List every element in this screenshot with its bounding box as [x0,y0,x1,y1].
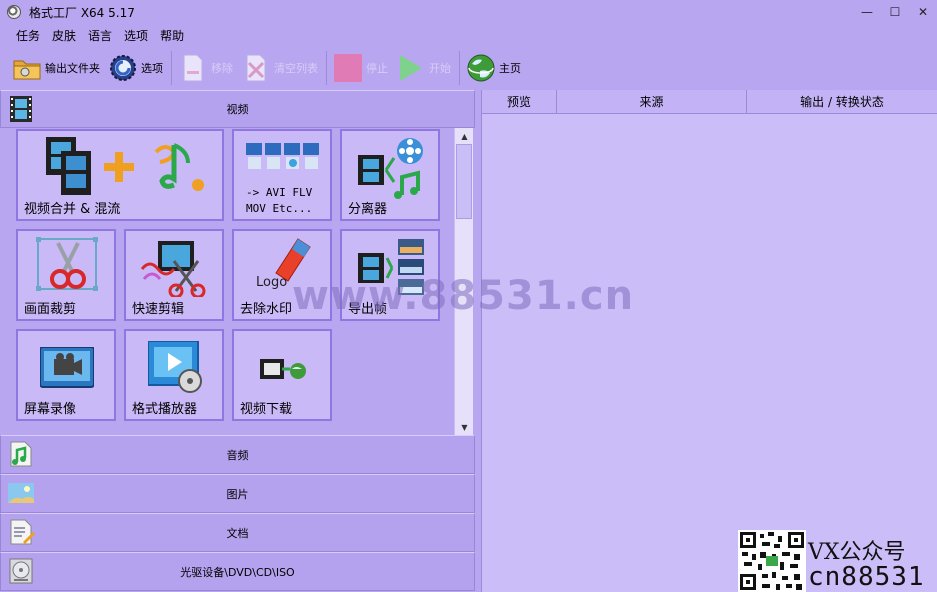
scroll-up-arrow[interactable]: ▲ [455,128,474,144]
qr-code-image [738,530,806,592]
column-source[interactable]: 来源 [557,90,747,113]
remove-button[interactable]: 移除 [178,50,233,86]
tile-crop-label: 画面裁剪 [24,302,77,317]
audio-icon [10,441,32,467]
disc-icon [9,558,33,584]
document-icon [10,519,35,545]
tile-format-player[interactable]: 格式播放器 [124,329,224,421]
start-label: 开始 [429,62,451,75]
close-button[interactable]: ✕ [909,0,937,24]
gear-icon [110,55,136,81]
remove-label: 移除 [211,62,233,75]
window-title: 格式工厂 X64 5.17 [29,5,135,20]
category-picture-label: 图片 [226,487,249,501]
tile-quick-clip[interactable]: 快速剪辑 [124,229,224,321]
menu-help[interactable]: 帮助 [160,27,184,44]
tile-quick-clip-label: 快速剪辑 [132,302,185,317]
tile-splitter-label: 分离器 [348,202,388,217]
clear-list-icon [246,54,266,82]
maximize-button[interactable]: ☐ [881,0,909,24]
home-label: 主页 [499,62,521,75]
start-button[interactable]: 开始 [396,50,451,86]
home-button[interactable]: 主页 [466,50,521,86]
task-list-header: 预览 来源 输出 / 转换状态 [482,90,937,114]
column-preview[interactable]: 预览 [482,90,557,113]
toolbar-separator [171,51,172,85]
category-audio[interactable]: 音频 [0,435,475,474]
tile-crop[interactable]: 画面裁剪 [16,229,116,321]
column-output-status[interactable]: 输出 / 转换状态 [747,90,937,113]
player-icon [148,341,202,393]
tile-video-merge-label: 视频合并 & 混流 [24,202,121,217]
category-document[interactable]: 文档 [0,513,475,552]
clear-list-button[interactable]: 清空列表 [241,50,318,86]
stop-icon [334,54,362,82]
tile-screen-record[interactable]: 屏幕录像 [16,329,116,421]
menu-bar: 任务 皮肤 语言 选项 帮助 [0,24,937,46]
category-optical-label: 光驱设备\DVD\CD\ISO [180,565,295,579]
category-document-label: 文档 [226,526,249,540]
category-audio-label: 音频 [226,448,249,462]
splitter-icon [358,138,423,199]
category-video-label: 视频 [226,103,249,116]
scroll-thumb[interactable] [456,144,472,219]
menu-skin[interactable]: 皮肤 [52,27,76,44]
task-list-panel[interactable]: 预览 来源 输出 / 转换状态 [481,90,937,592]
screen-record-icon [40,347,94,388]
output-folder-button[interactable]: 输出文件夹 [12,50,100,86]
folder-icon [13,60,41,80]
options-button[interactable]: 选项 [108,50,163,86]
film-icon [10,96,32,122]
cn-watermark: cn88531 [808,562,925,592]
function-panel: 视频 视频合并 & 混流 -> AVI FLV MOV Etc... 分离器 画… [0,90,477,592]
category-list: 音频 图片 文档 光驱设备\DVD\CD\ISO [0,435,477,591]
merge-icon [46,137,204,195]
tile-video-merge[interactable]: 视频合并 & 混流 [16,129,224,221]
clear-list-label: 清空列表 [274,62,318,75]
site-watermark: www.88531.cn [292,273,635,319]
tile-format-convert[interactable]: -> AVI FLV MOV Etc... [232,129,332,221]
stop-label: 停止 [366,62,388,75]
convert-line2: MOV Etc... [246,202,313,215]
toolbar: 输出文件夹 选项 移除 清空列表 停止 开始 主页 [0,46,937,90]
output-folder-label: 输出文件夹 [45,62,100,75]
tile-video-download[interactable]: 视频下载 [232,329,332,421]
category-video[interactable]: 视频 [0,90,475,128]
app-icon [7,5,21,19]
minimize-button[interactable]: — [853,0,881,24]
tile-format-player-label: 格式播放器 [132,402,198,417]
picture-icon [8,483,34,503]
options-label: 选项 [141,62,163,75]
tile-splitter[interactable]: 分离器 [340,129,440,221]
formats-icon [246,143,319,169]
tile-video-download-label: 视频下载 [240,402,293,417]
logo-word: Logo [256,275,288,290]
toolbar-separator [459,51,460,85]
scroll-down-arrow[interactable]: ▼ [455,419,474,435]
toolbar-separator [326,51,327,85]
window-controls: — ☐ ✕ [853,0,937,24]
menu-options[interactable]: 选项 [124,27,148,44]
tile-remove-logo-label: 去除水印 [240,302,293,317]
convert-line1: -> AVI FLV [246,186,313,199]
tile-screen-record-label: 屏幕录像 [24,402,77,417]
category-optical[interactable]: 光驱设备\DVD\CD\ISO [0,552,475,591]
menu-language[interactable]: 语言 [88,27,112,44]
category-picture[interactable]: 图片 [0,474,475,513]
play-icon [400,55,422,81]
menu-task[interactable]: 任务 [16,27,40,44]
globe-icon [467,54,495,82]
scissors-icon [36,237,98,291]
remove-icon [183,54,203,82]
quick-clip-icon [140,241,206,297]
title-bar: 格式工厂 X64 5.17 — ☐ ✕ [0,0,937,24]
video-download-icon [260,359,306,379]
stop-button[interactable]: 停止 [333,50,388,86]
